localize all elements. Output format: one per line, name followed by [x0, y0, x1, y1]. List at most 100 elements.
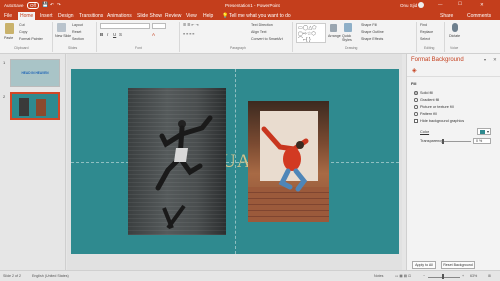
- slide-counter: Slide 2 of 2: [3, 274, 21, 278]
- tab-animations[interactable]: Animations: [107, 13, 132, 19]
- transparency-slider[interactable]: [443, 141, 471, 142]
- tab-review[interactable]: Review: [165, 13, 181, 19]
- tell-me-search[interactable]: Tell me what you want to do: [229, 13, 291, 19]
- paste-button[interactable]: Paste: [4, 36, 13, 40]
- maximize-icon[interactable]: ☐: [458, 1, 462, 7]
- fill-bucket-icon[interactable]: ◈: [412, 67, 417, 74]
- quick-styles-icon[interactable]: [344, 23, 352, 32]
- font-color-icon[interactable]: A: [152, 32, 155, 37]
- bold-button[interactable]: B: [100, 32, 103, 37]
- group-clipboard: Clipboard: [14, 46, 29, 50]
- notes-button[interactable]: Notes: [374, 274, 383, 278]
- pattern-fill-label[interactable]: Pattern fill: [420, 112, 437, 116]
- arrange-icon[interactable]: [330, 24, 337, 32]
- user-name[interactable]: Onu Sjid: [400, 3, 417, 8]
- picture-fill-radio[interactable]: [414, 105, 418, 109]
- pattern-fill-radio[interactable]: [414, 112, 418, 116]
- close-icon[interactable]: ✕: [480, 2, 484, 8]
- dancer-photo-left[interactable]: [128, 88, 226, 235]
- quick-styles-button[interactable]: Quick Styles: [342, 34, 356, 42]
- font-name-dropdown[interactable]: [100, 23, 150, 29]
- gradient-fill-label[interactable]: Gradient fill: [420, 98, 439, 102]
- language-indicator[interactable]: English (United States): [32, 274, 69, 278]
- avatar[interactable]: [418, 2, 424, 8]
- find-button[interactable]: Find: [420, 23, 427, 27]
- tab-help[interactable]: Help: [203, 13, 213, 19]
- solid-fill-label[interactable]: Solid fill: [420, 91, 433, 95]
- new-slide-icon[interactable]: [57, 23, 66, 32]
- apply-to-all-button[interactable]: Apply to All: [412, 261, 436, 269]
- bullets-icon[interactable]: ☰ ☰ ⇤ ⇥: [183, 23, 198, 27]
- align-icons[interactable]: ≡ ≡ ≡ ≡: [183, 32, 194, 36]
- italic-button[interactable]: I: [107, 32, 108, 37]
- cut-button[interactable]: Cut: [19, 23, 25, 27]
- text-direction-button[interactable]: Text Direction: [251, 23, 273, 27]
- transparency-input[interactable]: 0 %: [473, 138, 491, 144]
- slide-thumbnail-1[interactable]: HEAD IN HEAVEN: [10, 59, 60, 87]
- zoom-out-icon[interactable]: −: [423, 274, 425, 278]
- select-button[interactable]: Select: [420, 37, 430, 41]
- slide-thumbnail-2[interactable]: [10, 92, 60, 120]
- shape-fill-button[interactable]: Shape Fill: [361, 23, 377, 27]
- redo-icon[interactable]: ↷: [57, 2, 61, 8]
- dictate-button[interactable]: Dictate: [449, 34, 460, 38]
- underline-button[interactable]: U: [113, 32, 116, 37]
- save-icon[interactable]: 💾: [42, 2, 48, 8]
- copy-button[interactable]: Copy: [19, 30, 27, 34]
- align-text-button[interactable]: Align Text: [251, 30, 267, 34]
- minimize-icon[interactable]: —: [438, 2, 443, 7]
- dancer-photo-right[interactable]: [248, 101, 329, 222]
- format-background-pane: Format Background ▾ ✕ ◈ Fill Solid fill …: [406, 54, 500, 270]
- picture-fill-label[interactable]: Picture or texture fill: [420, 105, 454, 109]
- replace-button[interactable]: Replace: [420, 30, 433, 34]
- convert-smartart-button[interactable]: Convert to SmartArt: [251, 37, 283, 41]
- fit-slide-icon[interactable]: ⊞: [488, 274, 491, 278]
- chevron-down-icon: ▾: [487, 129, 490, 134]
- new-slide-button[interactable]: New Slide: [55, 34, 71, 38]
- tab-home[interactable]: Home: [18, 12, 36, 20]
- font-size-dropdown[interactable]: [152, 23, 166, 29]
- close-icon[interactable]: ✕: [493, 57, 497, 63]
- comments-button[interactable]: Comments: [467, 13, 491, 19]
- tab-transitions[interactable]: Transitions: [79, 13, 103, 19]
- layout-button[interactable]: Layout: [72, 23, 83, 27]
- shadow-button[interactable]: S: [119, 32, 122, 37]
- undo-icon[interactable]: ↶: [50, 2, 54, 8]
- zoom-in-icon[interactable]: +: [462, 274, 464, 278]
- section-button[interactable]: Section: [72, 37, 84, 41]
- pane-options-icon[interactable]: ▾: [484, 57, 486, 62]
- zoom-slider[interactable]: [428, 277, 460, 278]
- fill-section-header[interactable]: Fill: [411, 82, 416, 86]
- tab-insert[interactable]: Insert: [40, 13, 53, 19]
- tab-design[interactable]: Design: [58, 13, 74, 19]
- shape-effects-button[interactable]: Shape Effects: [361, 37, 383, 41]
- normal-view-icon[interactable]: ▭ ▦ ▤ ⊡: [395, 274, 411, 278]
- hide-background-checkbox[interactable]: [414, 119, 418, 123]
- color-swatch: [480, 130, 485, 134]
- slider-handle[interactable]: [442, 139, 444, 144]
- reset-button[interactable]: Reset: [72, 30, 81, 34]
- slide-number: 2: [3, 94, 6, 99]
- gradient-fill-radio[interactable]: [414, 98, 418, 102]
- autosave-toggle[interactable]: Off: [27, 2, 39, 9]
- arrange-button[interactable]: Arrange: [328, 34, 341, 38]
- reset-background-button[interactable]: Reset Background: [441, 261, 475, 269]
- color-label: Color: [420, 130, 430, 134]
- shape-outline-button[interactable]: Shape Outline: [361, 30, 384, 34]
- share-button[interactable]: Share: [440, 13, 453, 19]
- format-painter-button[interactable]: Format Painter: [19, 37, 43, 41]
- group-voice: Voice: [450, 46, 459, 50]
- autosave-label: AutoSave: [4, 3, 24, 8]
- current-slide[interactable]: UA: [71, 69, 399, 254]
- tab-slide-show[interactable]: Slide Show: [137, 13, 162, 19]
- paste-icon[interactable]: [5, 23, 14, 34]
- zoom-level[interactable]: 63%: [470, 274, 477, 278]
- shapes-gallery[interactable]: ▭◯△⬠ ▢⇨☆⬡ ⌒⌐{ }: [296, 23, 326, 43]
- tab-view[interactable]: View: [186, 13, 197, 19]
- zoom-slider-handle[interactable]: [442, 274, 444, 279]
- color-picker-button[interactable]: ▾: [477, 128, 491, 135]
- solid-fill-radio[interactable]: [414, 91, 418, 95]
- microphone-icon[interactable]: [452, 23, 458, 32]
- hide-background-label[interactable]: Hide background graphics: [420, 119, 464, 123]
- tab-file[interactable]: File: [4, 13, 12, 19]
